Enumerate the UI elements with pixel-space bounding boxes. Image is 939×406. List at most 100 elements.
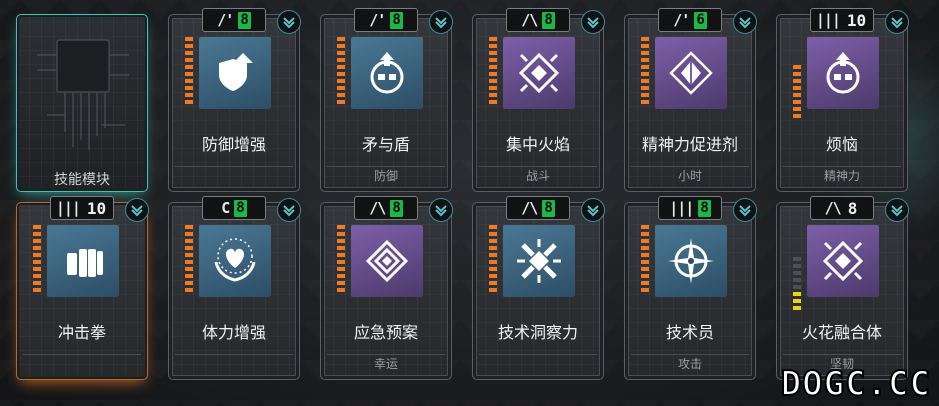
card-title: 集中火焰 xyxy=(505,135,570,154)
badge-level: 8 xyxy=(847,198,858,218)
card-emergency-plan[interactable]: /\ 8 应急预案 幸运 xyxy=(320,196,453,380)
cross-diamond-icon xyxy=(517,239,561,283)
download-icon[interactable] xyxy=(581,10,605,34)
diamond-nest-icon xyxy=(365,239,409,283)
download-icon[interactable] xyxy=(885,10,909,34)
level-badge: /\ 8 xyxy=(354,196,418,220)
card-skill-module[interactable]: 技能模块 xyxy=(16,14,148,192)
card-title: 应急预案 xyxy=(353,323,418,342)
card-stamina-boost[interactable]: C 8 体力增强 xyxy=(168,196,301,380)
card-spark-fusion[interactable]: /\ 8 火花融合体 坚韧 xyxy=(776,196,909,380)
card-title: 技术洞察力 xyxy=(497,323,578,342)
download-icon[interactable] xyxy=(277,198,301,222)
level-badge: /' 6 xyxy=(658,8,722,32)
card-footer xyxy=(175,354,293,373)
badge-type: /\ xyxy=(521,11,538,29)
badge-level: 8 xyxy=(238,11,251,29)
badge-type: /' xyxy=(217,11,234,29)
card-footer xyxy=(479,354,597,373)
card-footer: 战斗 xyxy=(479,166,597,185)
level-badge: /\ 8 xyxy=(810,196,874,220)
badge-level: 10 xyxy=(846,10,867,30)
charge-bars xyxy=(489,225,497,292)
card-art xyxy=(199,37,271,109)
fist-icon xyxy=(67,249,103,277)
badge-type: /' xyxy=(673,11,690,29)
level-badge: /\ 8 xyxy=(506,8,570,32)
card-footer: 幸运 xyxy=(327,354,445,373)
download-icon[interactable] xyxy=(125,198,149,222)
download-icon[interactable] xyxy=(885,198,909,222)
card-art xyxy=(807,37,879,109)
level-badge: ||| 10 xyxy=(810,8,874,32)
level-badge: ||| 10 xyxy=(50,196,114,220)
card-art xyxy=(351,225,423,297)
card-art xyxy=(503,225,575,297)
site-watermark: DOGC.CC xyxy=(780,363,931,405)
download-icon[interactable] xyxy=(429,10,453,34)
card-art xyxy=(807,225,879,297)
badge-level: 8 xyxy=(234,199,247,217)
card-art xyxy=(351,37,423,109)
card-art xyxy=(655,37,727,109)
card-title: 体力增强 xyxy=(201,323,266,342)
charge-bars xyxy=(793,65,801,118)
badge-type: ||| xyxy=(669,199,694,217)
badge-level: 10 xyxy=(86,198,107,218)
card-footer: 防御 xyxy=(327,166,445,185)
card-tech-insight[interactable]: /\ 8 技术洞察力 xyxy=(472,196,605,380)
download-icon[interactable] xyxy=(581,198,605,222)
download-icon[interactable] xyxy=(733,198,757,222)
card-title: 技能模块 xyxy=(54,172,110,188)
shield-up-icon xyxy=(219,53,253,91)
badge-level: 8 xyxy=(698,199,711,217)
download-icon[interactable] xyxy=(733,10,757,34)
level-badge: ||| 8 xyxy=(658,196,722,220)
charge-bars xyxy=(489,37,497,104)
download-icon[interactable] xyxy=(429,198,453,222)
badge-level: 8 xyxy=(542,199,555,217)
badge-type: C xyxy=(221,199,230,217)
card-strike-fist[interactable]: ||| 10 冲击拳 xyxy=(16,196,149,380)
card-art xyxy=(655,225,727,297)
badge-type: /' xyxy=(369,11,386,29)
card-title: 精神力促进剂 xyxy=(641,135,738,154)
badge-level: 6 xyxy=(694,11,707,29)
badge-type: /\ xyxy=(824,199,842,217)
card-defense-boost[interactable]: /' 8 防御增强 xyxy=(168,8,301,192)
diamond-cross-icon xyxy=(518,52,560,94)
card-title: 火花融合体 xyxy=(801,323,882,342)
level-badge: C 8 xyxy=(202,196,266,220)
charge-bars xyxy=(185,225,193,292)
card-title: 烦恼 xyxy=(825,135,858,154)
badge-type: ||| xyxy=(815,11,841,29)
charge-bars xyxy=(641,225,649,292)
badge-type: /\ xyxy=(369,199,386,217)
card-spear-shield[interactable]: /' 8 矛与盾 防御 xyxy=(320,8,453,192)
mask-up-icon xyxy=(370,52,404,94)
heart-hands-icon xyxy=(214,238,256,282)
card-footer: 精神力 xyxy=(783,166,901,185)
card-art xyxy=(503,37,575,109)
card-footer: 攻击 xyxy=(631,354,749,373)
card-focus-flame[interactable]: /\ 8 集中火焰 战斗 xyxy=(472,8,605,192)
level-badge: /' 8 xyxy=(202,8,266,32)
card-worry[interactable]: ||| 10 烦恼 精神力 xyxy=(776,8,909,192)
card-title: 技术员 xyxy=(665,323,714,342)
card-footer xyxy=(23,354,141,373)
charge-bars xyxy=(641,37,649,104)
charge-bars xyxy=(337,37,345,104)
download-icon[interactable] xyxy=(277,10,301,34)
card-footer xyxy=(175,166,293,185)
card-art xyxy=(47,225,119,297)
charge-bars xyxy=(337,225,345,292)
charge-bars xyxy=(33,225,41,292)
mask-up-icon xyxy=(826,52,860,94)
card-spirit-stim[interactable]: /' 6 精神力促进剂 小时 xyxy=(624,8,757,192)
card-art xyxy=(199,225,271,297)
compass-icon xyxy=(668,238,714,284)
diamond-gem-icon xyxy=(669,51,713,95)
card-technician[interactable]: ||| 8 技术员 攻击 xyxy=(624,196,757,380)
badge-type: /\ xyxy=(521,199,538,217)
badge-type: ||| xyxy=(55,199,81,217)
